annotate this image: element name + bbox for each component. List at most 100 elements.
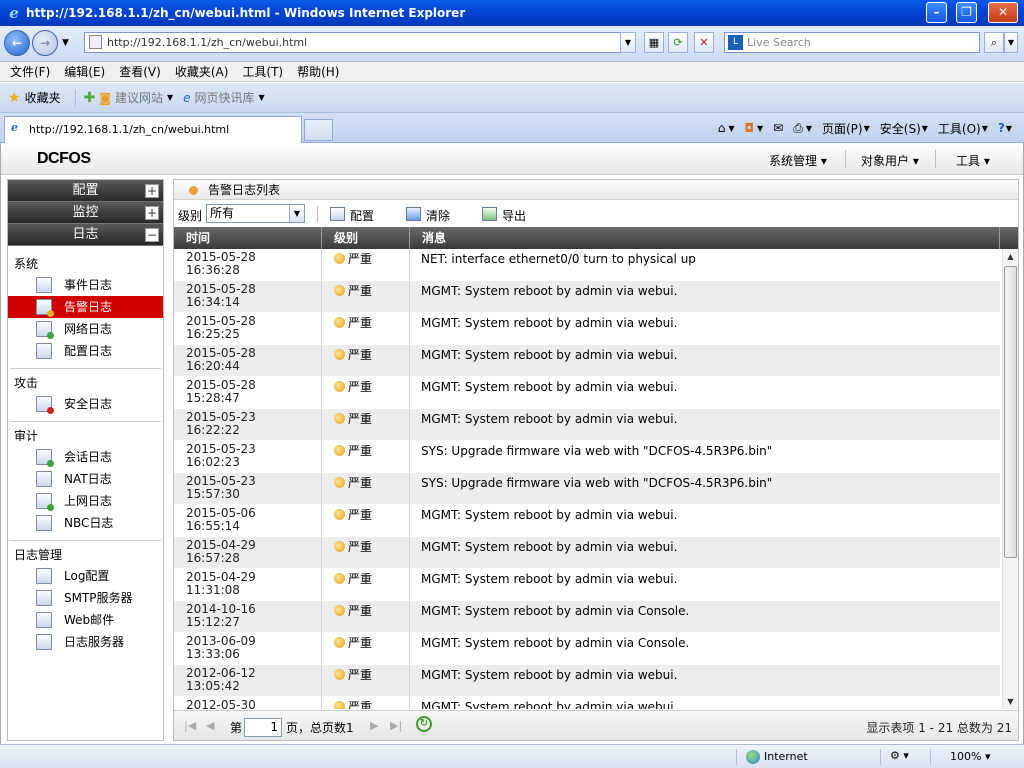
column-header-time[interactable]: 时间 bbox=[174, 227, 322, 249]
export-button[interactable]: 导出 bbox=[482, 207, 526, 224]
stop-icon[interactable]: ✕ bbox=[694, 32, 714, 53]
table-row[interactable]: 2015-04-29 11:31:08 严重 MGMT: System reboot … bbox=[174, 569, 1000, 601]
chevron-down-icon[interactable]: ▼ bbox=[757, 124, 763, 133]
search-input[interactable]: L Live Search bbox=[724, 32, 980, 53]
sidebar-item-config-log[interactable]: 配置日志 bbox=[8, 340, 163, 362]
scroll-up-icon[interactable]: ▲ bbox=[1003, 249, 1018, 264]
chevron-down-icon[interactable]: ▼ bbox=[289, 205, 304, 222]
expand-icon[interactable]: + bbox=[145, 184, 159, 198]
zoom-level[interactable]: 100% ▾ bbox=[950, 750, 990, 763]
table-row[interactable]: 2015-05-06 16:55:14 严重 MGMT: System reboot … bbox=[174, 505, 1000, 537]
menu-edit[interactable]: 编辑(E) bbox=[64, 63, 105, 80]
table-row[interactable]: 2015-05-28 16:36:28 严重 NET: interface ether… bbox=[174, 249, 1000, 281]
chevron-down-icon[interactable]: ▼ bbox=[806, 124, 812, 133]
cell-level: 严重 bbox=[322, 601, 410, 633]
maximize-button[interactable]: ❐ bbox=[956, 2, 977, 23]
group-attack: 攻击 bbox=[14, 376, 39, 390]
sidebar-item-nat-log[interactable]: NAT日志 bbox=[8, 468, 163, 490]
table-row[interactable]: 2015-05-28 16:25:25 严重 MGMT: System reboot … bbox=[174, 313, 1000, 345]
table-row[interactable]: 2012-05-30 严重 MGMT: System reboot by admin… bbox=[174, 697, 1000, 709]
next-page-icon[interactable]: ▶ bbox=[370, 719, 378, 732]
table-row[interactable]: 2015-05-28 15:28:47 严重 MGMT: System reboot … bbox=[174, 377, 1000, 409]
help-icon[interactable]: ? bbox=[998, 121, 1005, 135]
sidebar-item-web-mail[interactable]: Web邮件 bbox=[8, 609, 163, 631]
level-select[interactable]: 所有 ▼ bbox=[206, 204, 305, 223]
first-page-icon[interactable]: |◀ bbox=[184, 719, 196, 732]
cell-clock-text: 16:20:44 bbox=[186, 359, 240, 373]
scroll-thumb[interactable] bbox=[1004, 266, 1017, 558]
table-row[interactable]: 2014-10-16 15:12:27 严重 MGMT: System reboot … bbox=[174, 601, 1000, 633]
menu-favorites[interactable]: 收藏夹(A) bbox=[175, 63, 229, 80]
menu-system-management[interactable]: 系统管理 ▾ bbox=[769, 152, 827, 169]
page-menu[interactable]: 页面(P) bbox=[822, 120, 863, 137]
menu-objects-users[interactable]: 对象用户 ▾ bbox=[861, 152, 919, 169]
browser-tab[interactable]: e http://192.168.1.1/zh_cn/webui.html bbox=[4, 116, 302, 143]
table-row[interactable]: 2015-05-23 15:57:30 严重 SYS: Upgrade firmwar… bbox=[174, 473, 1000, 505]
scroll-down-icon[interactable]: ▼ bbox=[1003, 694, 1018, 709]
history-dropdown-icon[interactable]: ▼ bbox=[62, 38, 69, 48]
sidebar-item-network-log[interactable]: 网络日志 bbox=[8, 318, 163, 340]
print-icon[interactable]: ⎙ bbox=[793, 121, 803, 136]
webslice-gallery-link[interactable]: 网页快讯库 bbox=[195, 89, 255, 106]
favorites-button[interactable]: 收藏夹 bbox=[25, 89, 61, 106]
forward-button[interactable]: → bbox=[32, 30, 58, 56]
sidebar-item-event-log[interactable]: 事件日志 bbox=[8, 274, 163, 296]
sidebar-item-smtp-server[interactable]: SMTP服务器 bbox=[8, 587, 163, 609]
tools-menu[interactable]: 工具(O) bbox=[938, 120, 981, 137]
sidebar-item-web-access-log[interactable]: 上网日志 bbox=[8, 490, 163, 512]
suggested-sites-link[interactable]: 建议网站 bbox=[115, 89, 163, 106]
sidebar-item-alarm-log[interactable]: 告警日志 bbox=[8, 296, 163, 318]
clear-button[interactable]: 清除 bbox=[406, 207, 450, 224]
menu-file[interactable]: 文件(F) bbox=[10, 63, 50, 80]
prev-page-icon[interactable]: ◀ bbox=[206, 719, 214, 732]
sidebar-item-security-log[interactable]: 安全日志 bbox=[8, 393, 163, 415]
table-row[interactable]: 2015-04-29 16:57:28 严重 MGMT: System reboot … bbox=[174, 537, 1000, 569]
accordion-log[interactable]: 日志 − bbox=[8, 224, 163, 246]
expand-icon[interactable]: + bbox=[145, 206, 159, 220]
minimize-button[interactable]: – bbox=[926, 2, 947, 23]
search-button[interactable]: ⌕ bbox=[984, 32, 1004, 53]
close-button[interactable]: ✕ bbox=[988, 2, 1018, 23]
table-row[interactable]: 2012-06-12 13:05:42 严重 MGMT: System reboot … bbox=[174, 665, 1000, 697]
last-page-icon[interactable]: ▶| bbox=[390, 719, 402, 732]
sidebar-item-session-log[interactable]: 会话日志 bbox=[8, 446, 163, 468]
search-options-button[interactable]: ▼ bbox=[1004, 32, 1018, 53]
menu-tools[interactable]: 工具(T) bbox=[242, 63, 283, 80]
chevron-down-icon[interactable]: ▼ bbox=[728, 124, 734, 133]
feeds-icon[interactable]: ◘ bbox=[745, 121, 755, 135]
protected-mode-icon[interactable]: ⚙ ▾ bbox=[890, 749, 909, 762]
home-icon[interactable]: ⌂ bbox=[718, 121, 726, 135]
mail-icon[interactable]: ✉ bbox=[773, 121, 783, 135]
sidebar-item-log-server[interactable]: 日志服务器 bbox=[8, 631, 163, 653]
column-header-level[interactable]: 级别 bbox=[322, 227, 410, 249]
back-button[interactable]: ← bbox=[4, 30, 30, 56]
refresh-icon[interactable]: ↻ bbox=[416, 716, 432, 732]
address-dropdown-button[interactable]: ▼ bbox=[620, 32, 636, 53]
collapse-icon[interactable]: − bbox=[145, 228, 159, 242]
page-number-input[interactable]: 1 bbox=[244, 718, 282, 737]
safety-menu[interactable]: 安全(S) bbox=[880, 120, 921, 137]
table-row[interactable]: 2015-05-28 16:34:14 严重 MGMT: System reboot … bbox=[174, 281, 1000, 313]
add-favorite-icon[interactable]: ✚ bbox=[84, 90, 96, 106]
chevron-down-icon[interactable]: ▼ bbox=[1006, 124, 1012, 133]
menu-help[interactable]: 帮助(H) bbox=[297, 63, 339, 80]
new-tab-button[interactable] bbox=[304, 119, 333, 141]
menu-tools[interactable]: 工具 ▾ bbox=[956, 152, 990, 169]
accordion-monitor[interactable]: 监控 + bbox=[8, 202, 163, 224]
table-row[interactable]: 2015-05-28 16:20:44 严重 MGMT: System reboot … bbox=[174, 345, 1000, 377]
accordion-config[interactable]: 配置 + bbox=[8, 180, 163, 202]
chevron-down-icon[interactable]: ▼ bbox=[167, 93, 173, 102]
table-row[interactable]: 2013-06-09 13:33:06 严重 MGMT: System reboot … bbox=[174, 633, 1000, 665]
refresh-icon[interactable]: ⟳ bbox=[668, 32, 688, 53]
chevron-down-icon[interactable]: ▼ bbox=[259, 93, 265, 102]
column-header-message[interactable]: 消息 bbox=[410, 227, 1000, 249]
sidebar-item-nbc-log[interactable]: NBC日志 bbox=[8, 512, 163, 534]
compat-view-icon[interactable]: ▦ bbox=[644, 32, 664, 53]
menu-view[interactable]: 查看(V) bbox=[119, 63, 161, 80]
table-row[interactable]: 2015-05-23 16:02:23 严重 SYS: Upgrade firmwar… bbox=[174, 441, 1000, 473]
vertical-scrollbar[interactable]: ▲ ▼ bbox=[1002, 249, 1018, 709]
address-input[interactable]: http://192.168.1.1/zh_cn/webui.html bbox=[84, 32, 636, 53]
config-button[interactable]: 配置 bbox=[330, 207, 374, 224]
table-row[interactable]: 2015-05-23 16:22:22 严重 MGMT: System reboot … bbox=[174, 409, 1000, 441]
sidebar-item-log-config[interactable]: Log配置 bbox=[8, 565, 163, 587]
